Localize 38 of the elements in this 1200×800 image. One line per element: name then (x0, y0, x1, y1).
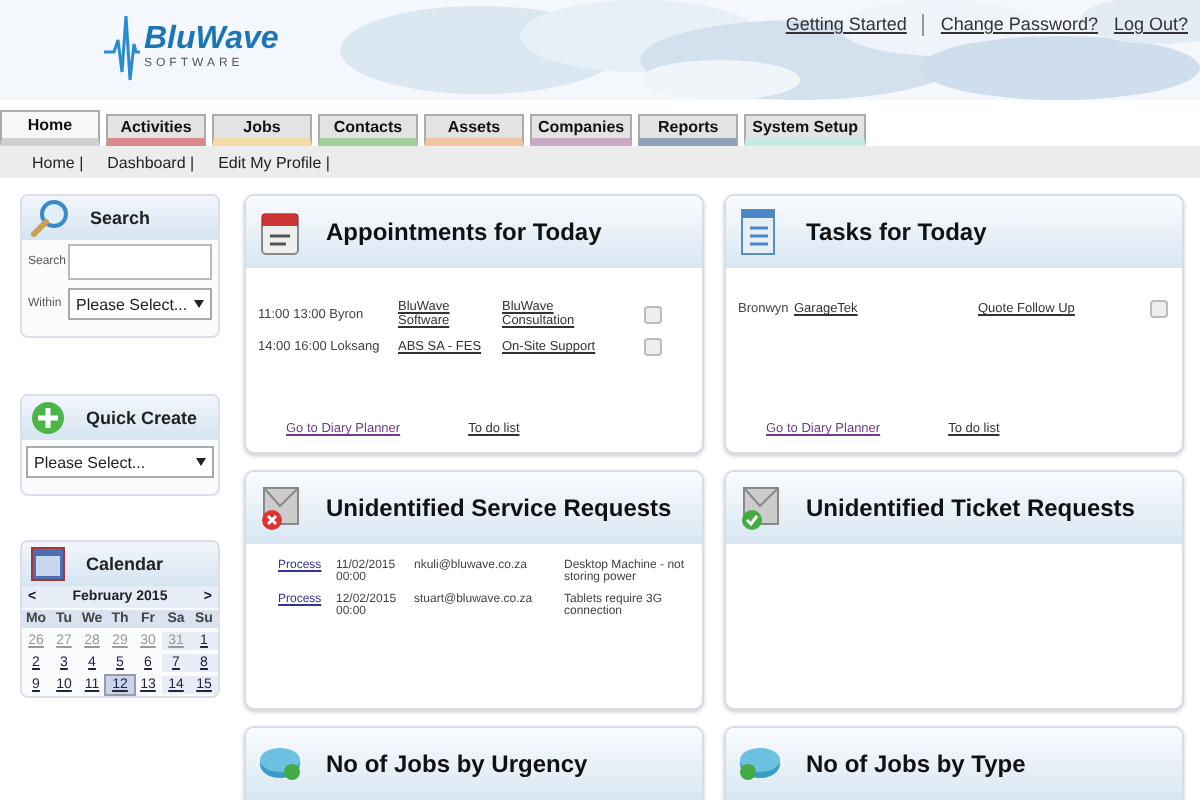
wave-logo-icon (104, 12, 140, 84)
header-link[interactable]: Change Password? (940, 14, 1098, 36)
dropdown-arrow-icon (196, 458, 206, 466)
panel-title: Unidentified Ticket Requests (806, 494, 1135, 522)
envelope-error-icon (258, 484, 302, 532)
nav-tab[interactable]: Companies (530, 114, 633, 146)
search-icon (30, 198, 70, 238)
quick-create-dropdown[interactable]: Please Select... (26, 446, 214, 478)
panel-title: Quick Create (86, 408, 198, 428)
plus-icon (30, 400, 66, 436)
panel-title: Calendar (86, 554, 164, 574)
nav-tab[interactable]: Home (0, 110, 100, 146)
nav-tab[interactable]: System Setup (744, 114, 867, 146)
dropdown-arrow-icon (194, 300, 204, 308)
calendar-icon (30, 546, 66, 582)
subnav-link[interactable]: Dashboard | (107, 153, 195, 171)
subnav-link[interactable]: Edit My Profile | (218, 153, 330, 171)
panel-title: Tasks for Today (806, 218, 987, 246)
envelope-check-icon (738, 484, 782, 532)
panel-title: No of Jobs by Type (806, 750, 1026, 778)
checkbox[interactable] (643, 338, 661, 356)
logo-name: BluWave (144, 24, 279, 56)
panel-title: Unidentified Service Requests (326, 494, 672, 522)
panel-title: Search (90, 208, 151, 228)
nav-tab[interactable]: Assets (424, 114, 524, 146)
nav-tab[interactable]: Contacts (318, 114, 418, 146)
nav-tab[interactable]: Activities (106, 114, 206, 146)
nav-tab[interactable]: Jobs (212, 114, 312, 146)
panel-title: Appointments for Today (326, 218, 602, 246)
calendar-icon (258, 208, 302, 256)
checkbox[interactable] (1149, 300, 1167, 318)
within-dropdown[interactable]: Please Select... (68, 288, 212, 320)
nav-tab[interactable]: Reports (638, 114, 739, 146)
header-link[interactable]: Getting Started (785, 14, 907, 36)
panel-title: No of Jobs by Urgency (326, 750, 588, 778)
subnav-link[interactable]: Home | (32, 153, 84, 171)
search-field[interactable] (68, 244, 212, 280)
checkbox[interactable] (643, 305, 661, 323)
